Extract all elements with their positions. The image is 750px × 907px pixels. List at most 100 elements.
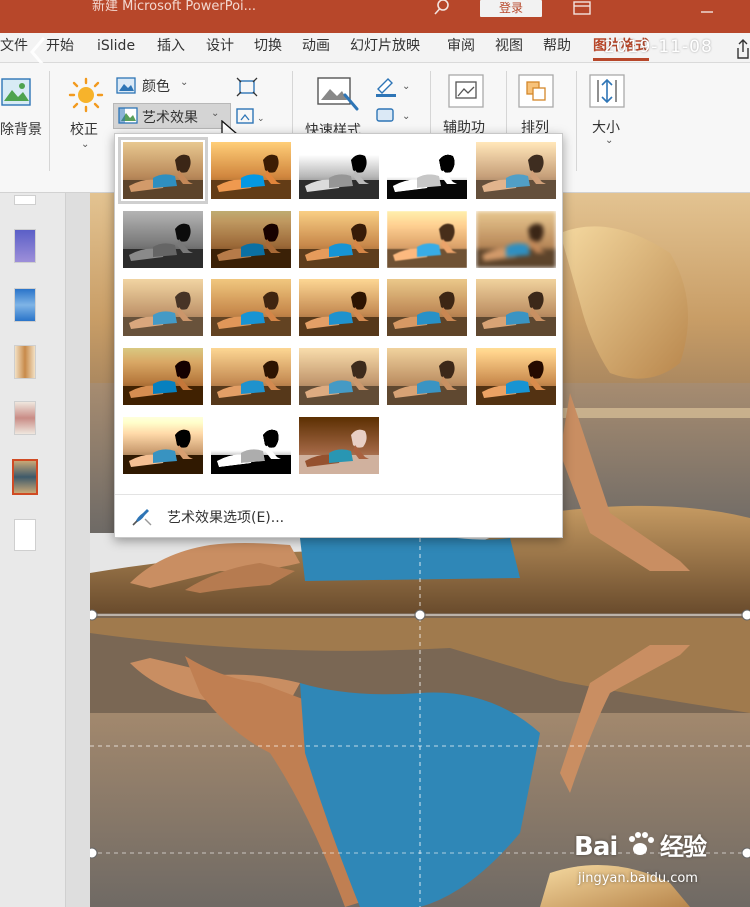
effect-preview-image xyxy=(211,279,291,336)
corrections-button[interactable]: 校正 ⌄ xyxy=(66,77,108,167)
effect-mosaic-bubbles[interactable] xyxy=(387,279,467,336)
tab-view[interactable]: 视图 xyxy=(495,33,523,63)
effect-crisscross-etching[interactable] xyxy=(299,348,379,405)
effect-preview-image xyxy=(211,417,291,474)
effect-watercolor-sponge[interactable] xyxy=(211,279,291,336)
effect-film-grain[interactable] xyxy=(299,279,379,336)
effect-paint-strokes[interactable] xyxy=(211,211,291,268)
tab-file[interactable]: 文件 xyxy=(0,33,28,63)
window-title: 新建 Microsoft PowerPoi... xyxy=(92,0,257,14)
effect-plastic-wrap[interactable] xyxy=(476,348,556,405)
ribbon-separator xyxy=(49,71,50,171)
effect-texturizer[interactable] xyxy=(211,348,291,405)
artistic-effects-label: 艺术效果 xyxy=(142,110,198,126)
effect-preview-image xyxy=(123,417,203,474)
effect-pencil-sketch[interactable] xyxy=(387,142,467,199)
effect-preview-image xyxy=(299,348,379,405)
artistic-effects-button[interactable]: 艺术效果 ⌄ xyxy=(113,103,231,129)
picture-effects-icon[interactable]: ⌄ xyxy=(374,105,414,127)
chevron-down-icon: ⌄ xyxy=(81,139,90,150)
video-date-overlay: 2019-11-08 xyxy=(604,37,713,57)
minimize-icon[interactable] xyxy=(700,2,714,13)
tab-islide[interactable]: iSlide xyxy=(97,33,135,63)
effect-light-screen[interactable] xyxy=(123,279,203,336)
chevron-down-icon: ⌄ xyxy=(605,135,614,146)
ribbon-separator xyxy=(576,71,577,171)
slide-thumbnail[interactable] xyxy=(14,195,36,205)
slide-thumbnail[interactable] xyxy=(14,229,36,263)
color-label: 颜色 xyxy=(142,79,170,95)
paw-logo-icon: Bai 经验 xyxy=(574,832,708,862)
tab-review[interactable]: 审阅 xyxy=(447,33,475,63)
slide-thumbnail[interactable] xyxy=(14,401,36,435)
corrections-label: 校正 xyxy=(70,122,98,138)
paintbrush-icon xyxy=(132,509,152,526)
effect-preview-image xyxy=(299,142,379,199)
slide-thumbnail[interactable] xyxy=(14,345,36,379)
effect-preview-image xyxy=(299,211,379,268)
effect-preview-image xyxy=(211,142,291,199)
effect-preview-image xyxy=(123,211,203,268)
effect-preview-image xyxy=(123,279,203,336)
effect-preview-image xyxy=(476,211,556,268)
tab-help[interactable]: 帮助 xyxy=(543,33,571,63)
canvas-gutter xyxy=(66,193,90,907)
login-button[interactable]: 登录 xyxy=(480,0,542,17)
remove-background-label: 除背景 xyxy=(0,122,42,138)
size-label: 大小 xyxy=(592,120,620,136)
effect-preview-image xyxy=(476,142,556,199)
effect-cement[interactable] xyxy=(123,348,203,405)
effect-line-drawing[interactable] xyxy=(476,142,556,199)
effect-cutout[interactable] xyxy=(123,417,203,474)
size-button[interactable]: 大小 ⌄ xyxy=(588,73,636,163)
tab-animations[interactable]: 动画 xyxy=(302,33,330,63)
size-icon xyxy=(589,74,625,108)
tab-design[interactable]: 设计 xyxy=(206,33,234,63)
effect-preview-image xyxy=(387,142,467,199)
ribbon-display-options-icon[interactable] xyxy=(573,0,591,15)
effect-preview-image xyxy=(211,211,291,268)
effect-glow-diffused[interactable] xyxy=(387,211,467,268)
effect-photocopy[interactable] xyxy=(211,417,291,474)
remove-background-icon xyxy=(1,78,31,106)
artistic-effects-icon xyxy=(118,107,138,124)
picture-border-icon[interactable]: ⌄ xyxy=(374,75,414,97)
watermark-url: jingyan.baidu.com xyxy=(578,871,698,886)
svg-text:⌄: ⌄ xyxy=(402,81,410,92)
slide-thumbnail-panel xyxy=(0,193,66,907)
effect-glass[interactable] xyxy=(476,279,556,336)
chevron-down-icon: ⌄ xyxy=(180,77,189,88)
slide-thumbnail[interactable] xyxy=(14,519,36,551)
gallery-divider xyxy=(115,494,562,495)
effect-blur[interactable] xyxy=(476,211,556,268)
tab-home[interactable]: 开始 xyxy=(46,33,74,63)
effect-preview-image xyxy=(211,348,291,405)
slide-thumbnail[interactable] xyxy=(14,288,36,322)
effect-none[interactable] xyxy=(118,137,208,204)
effect-chalk-sketch[interactable] xyxy=(123,211,203,268)
svg-text:⌄: ⌄ xyxy=(402,111,410,122)
effect-paint-brush[interactable] xyxy=(299,211,379,268)
tab-insert[interactable]: 插入 xyxy=(157,33,185,63)
arrange-icon xyxy=(518,74,554,108)
remove-background-button[interactable]: 除背景 xyxy=(0,75,42,153)
svg-text:经验: 经验 xyxy=(660,833,707,861)
slide-thumbnail-current[interactable] xyxy=(12,459,38,495)
tab-slideshow[interactable]: 幻灯片放映 xyxy=(350,33,420,63)
tab-transitions[interactable]: 切换 xyxy=(254,33,282,63)
effect-preview-image xyxy=(123,142,203,199)
effect-preview-image xyxy=(387,348,467,405)
sun-icon xyxy=(68,77,104,113)
share-icon[interactable] xyxy=(736,38,750,60)
effect-marker[interactable] xyxy=(211,142,291,199)
change-picture-icon[interactable]: ⌄ xyxy=(236,107,266,127)
effect-pastels-smooth[interactable] xyxy=(387,348,467,405)
effect-pencil-grayscale[interactable] xyxy=(299,142,379,199)
effect-preview-image xyxy=(387,211,467,268)
color-button[interactable]: 颜色 ⌄ xyxy=(116,75,196,97)
effect-preview-image xyxy=(123,348,203,405)
effect-preview-image xyxy=(299,279,379,336)
search-icon[interactable] xyxy=(432,0,454,16)
effect-glow-edges[interactable] xyxy=(299,417,379,474)
compress-pictures-icon[interactable] xyxy=(236,77,258,97)
